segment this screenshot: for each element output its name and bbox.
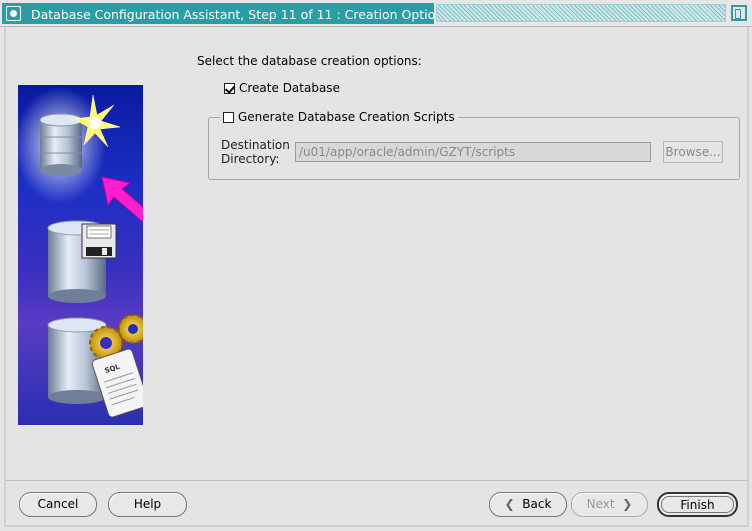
window-title: Database Configuration Assistant, Step 1… [31, 7, 450, 22]
wizard-illustration: SQL [18, 85, 143, 425]
chevron-left-icon: ❮ [504, 497, 515, 511]
maximize-icon[interactable] [731, 5, 747, 21]
database-floppy-icon [47, 220, 117, 303]
database-illustration-icon: SQL [18, 87, 143, 418]
destination-label-line1: Destination [221, 138, 290, 152]
help-button[interactable]: Help [108, 492, 187, 517]
window-right-border [747, 27, 749, 527]
next-button[interactable]: Next ❯ [571, 492, 648, 517]
browse-button[interactable]: Browse... [663, 141, 723, 163]
create-database-checkbox[interactable] [224, 82, 235, 94]
create-database-option[interactable]: Create Database [224, 81, 340, 95]
back-label: Back [522, 497, 552, 511]
generate-scripts-label: Generate Database Creation Scripts [238, 110, 455, 124]
generate-scripts-checkbox[interactable] [223, 111, 234, 123]
title-bar-pattern [436, 4, 726, 22]
window-left-border [4, 27, 6, 527]
instruction-text: Select the database creation options: [197, 54, 422, 68]
footer-separator [6, 480, 747, 481]
chevron-right-icon: ❯ [622, 497, 633, 511]
window-bottom-border [4, 525, 749, 527]
destination-directory-label: Destination Directory: [221, 138, 290, 166]
finish-button[interactable]: Finish [657, 492, 738, 517]
generate-scripts-option[interactable]: Generate Database Creation Scripts [220, 110, 458, 124]
database-gears-sql-icon: SQL [47, 314, 143, 418]
cancel-button[interactable]: Cancel [19, 492, 97, 517]
destination-directory-field[interactable]: /u01/app/oracle/admin/GZYT/scripts [295, 142, 651, 162]
title-bar: Database Configuration Assistant, Step 1… [0, 0, 752, 27]
back-button[interactable]: ❮ Back [489, 492, 567, 517]
pointer-arrow-icon [101, 176, 143, 223]
next-label: Next [586, 497, 615, 511]
window-menu-icon[interactable] [6, 6, 21, 21]
destination-label-line2: Directory: [221, 152, 280, 166]
create-database-label: Create Database [239, 81, 340, 95]
